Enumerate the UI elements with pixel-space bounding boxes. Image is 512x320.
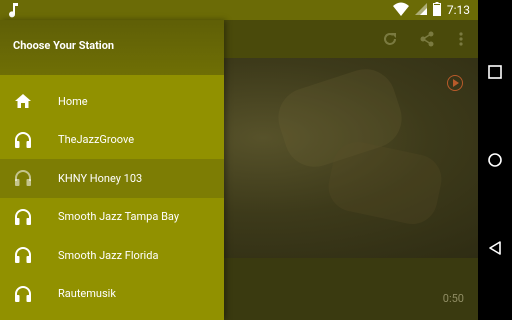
- headphones-icon: [14, 169, 32, 187]
- wifi-icon: [392, 2, 409, 19]
- back-button[interactable]: [487, 240, 503, 256]
- drawer-header: Choose Your Station: [0, 20, 224, 75]
- menu-item-khny-honey-103[interactable]: KHNY Honey 103: [0, 159, 224, 198]
- status-bar: 7:13: [0, 0, 478, 20]
- menu-item-label: KHNY Honey 103: [58, 171, 143, 185]
- status-icons: 7:13: [392, 1, 470, 19]
- app-screen: 7:13 0:50 Choose Your Station Home TheJa…: [0, 0, 478, 320]
- headphones-icon: [14, 208, 32, 226]
- system-nav-bar: [478, 0, 512, 320]
- battery-icon: [432, 1, 441, 19]
- artwork-texture: [323, 137, 447, 229]
- menu-item-thejazzgroove[interactable]: TheJazzGroove: [0, 121, 224, 160]
- menu-item-label: TheJazzGroove: [58, 133, 135, 147]
- elapsed-time: 0:50: [442, 292, 464, 305]
- share-icon[interactable]: [418, 30, 436, 48]
- play-icon[interactable]: [447, 75, 463, 91]
- refresh-icon[interactable]: [381, 30, 399, 48]
- more-vert-icon[interactable]: [452, 30, 470, 48]
- headphones-icon: [14, 285, 32, 303]
- menu-item-home[interactable]: Home: [0, 82, 224, 121]
- menu-item-label: Smooth Jazz Tampa Bay: [58, 210, 180, 224]
- station-menu: Home TheJazzGroove KHNY Honey 103 Smooth…: [0, 82, 224, 313]
- headphones-icon: [14, 131, 32, 149]
- menu-item-label: Smooth Jazz Florida: [58, 248, 159, 262]
- menu-item-label: Home: [58, 94, 88, 108]
- menu-item-label: Rautemusik: [58, 287, 116, 301]
- music-note-icon: [8, 2, 20, 18]
- cell-signal-icon: [414, 2, 427, 18]
- drawer-title: Choose Your Station: [13, 39, 115, 52]
- recents-button[interactable]: [487, 64, 503, 80]
- navigation-drawer: Choose Your Station Home TheJazzGroove K…: [0, 20, 224, 320]
- menu-item-smooth-jazz-florida[interactable]: Smooth Jazz Florida: [0, 236, 224, 275]
- menu-item-smooth-jazz-tampa-bay[interactable]: Smooth Jazz Tampa Bay: [0, 198, 224, 237]
- menu-item-rautemusik[interactable]: Rautemusik: [0, 275, 224, 314]
- headphones-icon: [14, 246, 32, 264]
- status-time: 7:13: [446, 3, 470, 17]
- home-icon: [14, 92, 32, 110]
- home-button[interactable]: [487, 152, 503, 168]
